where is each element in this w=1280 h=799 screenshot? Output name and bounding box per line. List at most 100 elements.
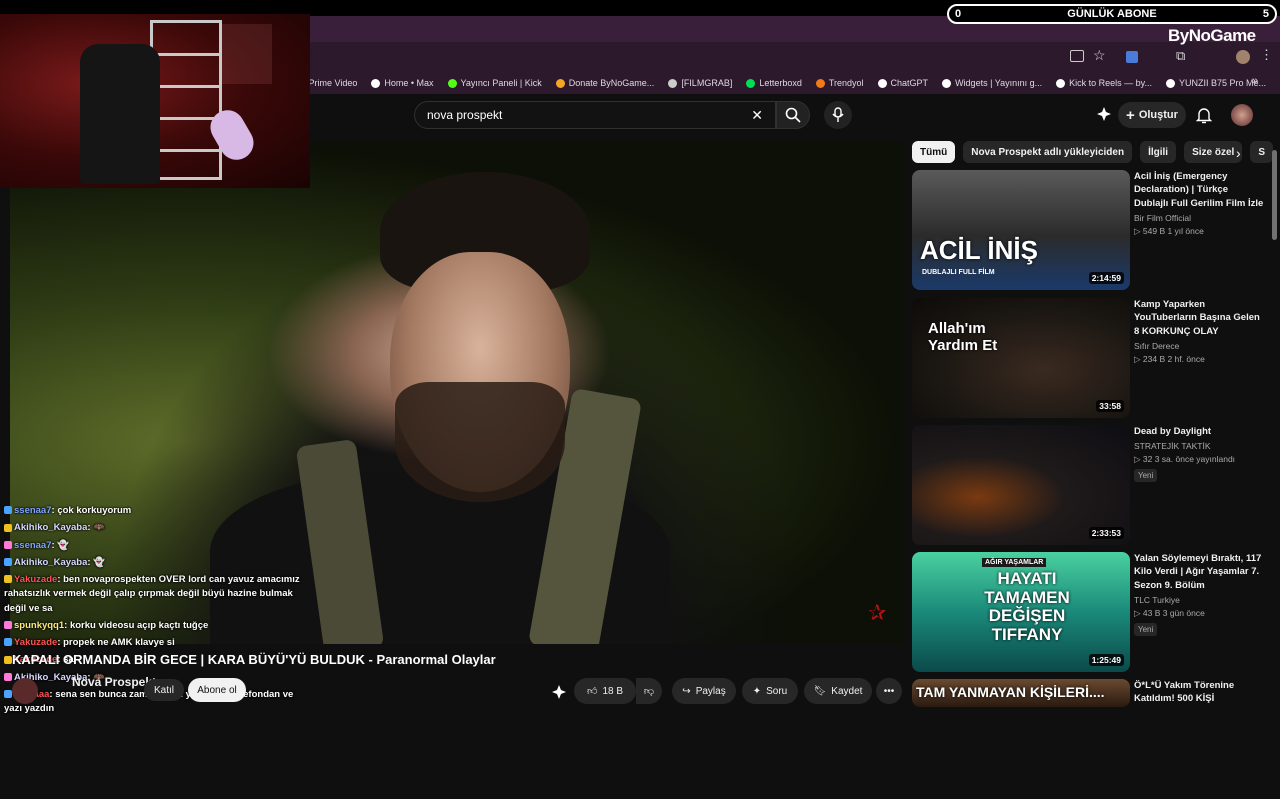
account-avatar[interactable] — [1231, 104, 1253, 126]
filter-chip[interactable]: İlgili — [1140, 141, 1177, 163]
bookmark-item[interactable]: Widgets | Yayınını g... — [942, 78, 1042, 88]
bookmark-item[interactable]: ChatGPT — [877, 78, 928, 88]
filter-chip[interactable]: Size özel — [1184, 141, 1243, 163]
notifications-bell-icon[interactable] — [1195, 106, 1213, 129]
video-card-channel[interactable]: Sıfır Derece — [1134, 341, 1179, 351]
video-card-title[interactable]: Yalan Söylemeyi Bıraktı, 117 Kilo Verdi … — [1134, 552, 1264, 592]
chat-badge-icon — [4, 655, 12, 664]
bookmark-item[interactable]: Kick to Reels — by... — [1056, 78, 1152, 88]
search-button[interactable] — [776, 101, 810, 129]
bookmark-favicon-icon — [815, 78, 825, 88]
chat-message: Yakuzade: propek ne AMK klavye si — [4, 636, 304, 650]
channel-avatar[interactable] — [12, 678, 38, 704]
sparkle-icon: ✦ — [752, 685, 762, 697]
counter-start: 0 — [955, 8, 962, 20]
ask-label: Soru — [766, 685, 788, 697]
bookmark-item[interactable]: Donate ByNoGame... — [555, 78, 654, 88]
chat-badge-icon — [4, 523, 12, 532]
video-card-title[interactable]: Kamp Yaparken YouTuberların Başına Gelen… — [1134, 298, 1264, 338]
create-label: Oluştur — [1138, 109, 1178, 121]
bookmarks-overflow-icon[interactable]: » — [1252, 75, 1258, 87]
video-card-channel[interactable]: TLC Turkiye — [1134, 595, 1180, 605]
save-button[interactable]: 🔖︎ Kaydet — [804, 678, 872, 704]
chat-username: ssenaa7 — [14, 505, 52, 516]
bookmark-label: Widgets | Yayınını g... — [955, 78, 1043, 88]
browser-menu-icon[interactable]: ⋮ — [1260, 47, 1273, 63]
chat-message: Akihiko_Kayaba: 🦇 — [4, 521, 304, 535]
video-card-meta: ▷ 43 B 3 gün önce — [1134, 607, 1205, 618]
bookmark-favicon-icon — [1165, 78, 1175, 88]
search-input[interactable]: nova prospekt ✕ — [414, 101, 776, 129]
save-label: Kaydet — [831, 685, 863, 697]
filter-chip[interactable]: Nova Prospekt adlı yükleyiciden — [963, 141, 1133, 163]
streamer-webcam-overlay — [0, 14, 310, 188]
search-icon — [785, 107, 801, 123]
video-card-title[interactable]: Ö*L*Ü Yakım Törenine Katıldım! 500 KİŞİ — [1134, 679, 1264, 706]
share-icon: ↪ — [682, 685, 691, 697]
translate-extension-icon[interactable] — [1126, 51, 1138, 63]
video-thumbnail[interactable]: Allah'ım Yardım Et 33:58 — [912, 298, 1130, 418]
sidebar-scrollbar[interactable] — [1272, 150, 1277, 240]
microphone-icon — [832, 107, 844, 122]
video-card-channel[interactable]: STRATEJİK TAKTİK — [1134, 441, 1211, 451]
bookmark-favicon-icon — [942, 78, 952, 88]
shorts-sparkle-icon[interactable] — [1096, 106, 1112, 122]
bookmark-item[interactable]: [FILMGRAB] — [668, 78, 732, 88]
video-card[interactable]: 2:33:53 Dead by Daylight STRATEJİK TAKTİK ▷… — [912, 425, 1268, 545]
chat-message: spunkyqq1: korku videosu açıp kaçtı tuğç… — [4, 619, 304, 633]
thumbs-down-icon: 👎︎ — [643, 686, 655, 697]
video-thumbnail[interactable]: 2:33:53 — [912, 425, 1130, 545]
video-card[interactable]: TAM YANMAYAN KİŞİLERİ.... Ö*L*Ü Yakım Tör… — [912, 679, 1268, 799]
lamp-glow — [222, 24, 272, 84]
like-button[interactable]: 👍︎ 18 B — [574, 678, 636, 704]
bookmark-item[interactable]: Letterboxd — [746, 78, 802, 88]
bookmark-item[interactable]: YUNZII B75 Pro Me... — [1165, 78, 1266, 88]
share-button[interactable]: ↪ Paylaş — [672, 678, 736, 704]
chat-badge-icon — [4, 672, 12, 681]
bookmark-star-icon[interactable]: ☆ — [1093, 47, 1106, 64]
bookmark-item[interactable]: Home • Max — [371, 78, 434, 88]
counter-end: 5 — [1262, 8, 1269, 20]
bookmark-item[interactable]: Trendyol — [815, 78, 864, 88]
ask-button[interactable]: ✦ Soru — [742, 678, 798, 704]
video-card[interactable]: HAYATI TAMAMEN DEĞİŞEN TIFFANY AĞIR YAŞAM… — [912, 552, 1268, 672]
chevron-right-icon[interactable]: › — [1236, 145, 1241, 161]
ai-sparkle-icon[interactable] — [551, 684, 567, 705]
subscribe-button[interactable]: Abone ol — [188, 678, 246, 702]
video-card-title[interactable]: Dead by Daylight — [1134, 425, 1264, 438]
daily-subscriber-counter: 0 GÜNLÜK ABONE 5 — [947, 4, 1277, 24]
video-duration: 2:14:59 — [1088, 272, 1124, 284]
video-card-channel[interactable]: Bir Film Official — [1134, 213, 1191, 223]
filter-chips: Tümü Nova Prospekt adlı yükleyiciden İlgil… — [912, 141, 1273, 165]
profile-avatar-icon[interactable] — [1236, 50, 1250, 64]
create-button[interactable]: + Oluştur — [1118, 102, 1186, 128]
video-duration: 1:25:49 — [1088, 654, 1124, 666]
chat-badge-icon — [4, 621, 12, 630]
extensions-puzzle-icon[interactable]: ⧉ — [1176, 48, 1185, 64]
more-actions-button[interactable]: ••• — [876, 678, 902, 704]
chat-message: Akihiko_Kayaba: 👻 — [4, 556, 304, 570]
shelf — [150, 20, 222, 180]
video-card-meta: ▷ 32 3 sa. önce yayınlandı — [1134, 453, 1236, 464]
video-card[interactable]: ACİL İNİŞ DUBLAJLI FULL FİLM 2:14:59 Acil İ… — [912, 170, 1268, 290]
join-button[interactable]: Katıl — [144, 679, 184, 701]
video-thumbnail[interactable]: HAYATI TAMAMEN DEĞİŞEN TIFFANY AĞIR YAŞAM… — [912, 552, 1130, 672]
video-thumbnail[interactable]: TAM YANMAYAN KİŞİLERİ.... — [912, 679, 1130, 707]
filter-chip[interactable]: S — [1250, 141, 1273, 163]
chat-username: Yakuzade — [14, 574, 58, 585]
filter-chip[interactable]: Tümü — [912, 141, 956, 163]
video-thumbnail[interactable]: ACİL İNİŞ DUBLAJLI FULL FİLM 2:14:59 — [912, 170, 1130, 290]
voice-search-button[interactable] — [824, 101, 852, 129]
clear-search-icon[interactable]: ✕ — [751, 107, 763, 124]
chat-text: 👻 — [57, 539, 70, 551]
install-app-icon[interactable] — [1070, 50, 1084, 62]
dislike-button[interactable]: 👎︎ — [636, 678, 662, 704]
chat-text: 👻 — [93, 556, 106, 568]
share-label: Paylaş — [695, 685, 726, 697]
video-subject-beard — [395, 382, 565, 502]
bookmark-favicon-icon — [371, 78, 381, 88]
video-card[interactable]: Allah'ım Yardım Et 33:58 Kamp Yaparken You… — [912, 298, 1268, 418]
bookmark-item[interactable]: Yayıncı Paneli | Kick — [447, 78, 542, 88]
chat-username: Yakuzade — [14, 637, 58, 648]
video-card-title[interactable]: Acil İniş (Emergency Declaration) | Türk… — [1134, 170, 1264, 210]
